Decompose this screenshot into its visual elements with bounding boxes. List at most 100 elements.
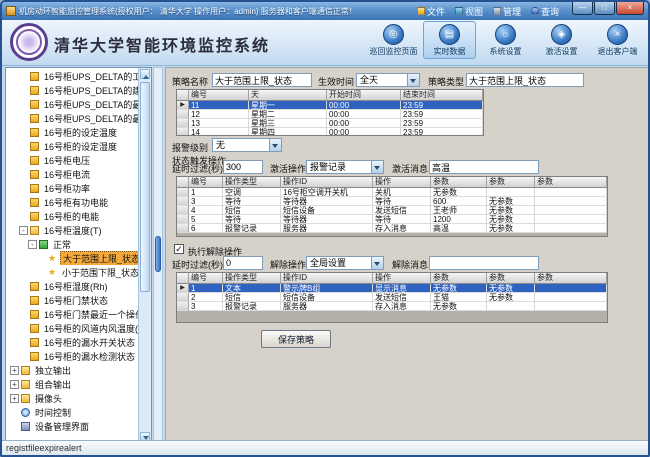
tree-item[interactable]: 设备管理界面 bbox=[6, 419, 138, 433]
alarm-level-select[interactable]: 无 bbox=[212, 138, 282, 152]
tree-scrollbar[interactable] bbox=[138, 68, 151, 443]
tree-item[interactable]: 时间控制 bbox=[6, 405, 138, 419]
release-actions-table: 编号操作类型操作ID操作参数参数参数 1 文本 警示牌B组 显示消息 无参数 无… bbox=[176, 272, 608, 323]
release-message-input[interactable] bbox=[429, 256, 539, 270]
sensor-icon bbox=[30, 114, 39, 123]
execute-release-checkbox[interactable]: ✓ bbox=[174, 244, 184, 254]
action-row[interactable]: 4 短信 短信设备 发送短信 王老师 无参数 bbox=[177, 206, 607, 215]
file-menu-icon bbox=[417, 7, 425, 15]
toolbar-button[interactable]: ▤ 实时数据 bbox=[423, 21, 476, 59]
row-selector bbox=[177, 224, 189, 233]
content-scrollbar-thumb[interactable] bbox=[155, 236, 161, 272]
tree-item[interactable]: 16号柜的风道内风温度(T) bbox=[6, 321, 138, 335]
column-header: 编号 bbox=[189, 177, 223, 188]
cell-op-id: 16号柜空调开关机 bbox=[281, 188, 373, 197]
tree-item[interactable]: 16号柜门禁状态 bbox=[6, 293, 138, 307]
expand-toggle-icon[interactable]: + bbox=[10, 394, 19, 403]
schedule-row[interactable]: 11 星期一 00:00 23:59 bbox=[177, 101, 483, 110]
app-title: 清华大学智能环境监控系统 bbox=[54, 32, 270, 56]
tree-item[interactable]: 16号柜UPS_DELTA的工作状态 bbox=[6, 69, 138, 83]
cell-end-time: 23:59 bbox=[401, 110, 483, 119]
tree-item[interactable]: 16号柜UPS_DELTA的最高工 bbox=[6, 111, 138, 125]
tree-item[interactable]: 16号柜的漏水检测状态 bbox=[6, 349, 138, 363]
menu-item[interactable]: 视图 bbox=[450, 4, 488, 19]
expand-toggle-icon[interactable]: + bbox=[10, 366, 19, 375]
cell-day: 星期四 bbox=[249, 128, 327, 136]
trigger-action-select[interactable]: 报警记录 bbox=[306, 160, 384, 174]
tree-item[interactable]: + 组合输出 bbox=[6, 377, 138, 391]
schedule-row[interactable]: 13 星期三 00:00 23:59 bbox=[177, 119, 483, 128]
policy-star-icon bbox=[48, 254, 57, 263]
tree-item[interactable]: 16号柜湿度(Rh) bbox=[6, 279, 138, 293]
release-action-select[interactable]: 全局设置 bbox=[306, 256, 384, 270]
expand-toggle-icon[interactable]: + bbox=[10, 380, 19, 389]
sensor-icon bbox=[30, 142, 39, 151]
action-row[interactable]: 3 报警记录 服务器 存入消息 无参数 bbox=[177, 302, 607, 311]
tree-item[interactable]: + 摄像头 bbox=[6, 391, 138, 405]
menu-item[interactable]: 查询 bbox=[526, 4, 564, 19]
tree-item[interactable]: 16号柜电流 bbox=[6, 167, 138, 181]
content-scrollbar[interactable] bbox=[153, 67, 163, 444]
scroll-up-icon[interactable] bbox=[140, 69, 150, 79]
expand-toggle-icon[interactable]: - bbox=[28, 240, 37, 249]
cell-operation: 发送短信 bbox=[373, 293, 431, 302]
expand-toggle-icon[interactable]: - bbox=[19, 226, 28, 235]
cell-param3 bbox=[535, 206, 607, 215]
cell-param1: 无参数 bbox=[431, 284, 487, 293]
trigger-message-input[interactable] bbox=[429, 160, 539, 174]
cell-op-type: 报警记录 bbox=[223, 302, 281, 311]
tree-item[interactable]: 16号柜UPS_DELTA的建议数 bbox=[6, 83, 138, 97]
cell-end-time: 23:59 bbox=[401, 128, 483, 136]
tree-item[interactable]: 16号柜功率 bbox=[6, 181, 138, 195]
tree-item[interactable]: - 16号柜温度(T) bbox=[6, 223, 138, 237]
tree-item[interactable]: 16号柜有功电能 bbox=[6, 195, 138, 209]
cell-param1: 1200 bbox=[431, 215, 487, 224]
toolbar-button[interactable]: ☼ 系统设置 bbox=[479, 21, 532, 59]
toolbar-button[interactable]: ◈ 激活设置 bbox=[535, 21, 588, 59]
schedule-row[interactable]: 14 星期四 00:00 23:59 bbox=[177, 128, 483, 136]
release-delay-input[interactable] bbox=[223, 256, 263, 270]
tree-item[interactable]: - 正常 bbox=[6, 237, 138, 251]
toolbar-button[interactable]: × 退出客户端 bbox=[591, 21, 644, 59]
tree-item[interactable]: 小于范围下限_状态 bbox=[6, 265, 138, 279]
trigger-delay-input[interactable] bbox=[223, 160, 263, 174]
action-row[interactable]: 6 报警记录 服务器 存入消息 高温 无参数 bbox=[177, 224, 607, 233]
app-window: 机房动环智能监控管理系统(授权用户： 清华大学 操作用户：admin) 服务器和… bbox=[0, 0, 650, 457]
cell-param2: 无参数 bbox=[487, 215, 535, 224]
cell-day: 星期一 bbox=[249, 101, 327, 110]
effective-time-select[interactable]: 全天 bbox=[356, 73, 420, 87]
tree-item[interactable]: 16号柜的漏水开关状态 bbox=[6, 335, 138, 349]
cell-param3 bbox=[535, 302, 607, 311]
policy-type-input[interactable] bbox=[466, 73, 584, 87]
save-policy-button[interactable]: 保存策略 bbox=[261, 330, 331, 348]
cell-param1: 王猫 bbox=[431, 293, 487, 302]
tree-item[interactable]: 16号柜UPS_DELTA的最低工 bbox=[6, 97, 138, 111]
menu-item[interactable]: 管理 bbox=[488, 4, 526, 19]
tree-item[interactable]: 16号柜的电能 bbox=[6, 209, 138, 223]
toolbar-button[interactable]: ◎ 巡回监控页面 bbox=[367, 21, 420, 59]
tree-item[interactable]: 16号柜的设定温度 bbox=[6, 125, 138, 139]
maximize-button[interactable]: □ bbox=[594, 2, 615, 15]
tree-item[interactable]: 大于范围上限_状态 bbox=[6, 251, 138, 265]
action-row[interactable]: 1 空调 16号柜空调开关机 关机 无参数 bbox=[177, 188, 607, 197]
action-row[interactable]: 5 等待 等待器 等待 1200 无参数 bbox=[177, 215, 607, 224]
tree-item[interactable]: 16号柜的设定湿度 bbox=[6, 139, 138, 153]
schedule-row[interactable]: 12 星期二 00:00 23:59 bbox=[177, 110, 483, 119]
policy-name-input[interactable] bbox=[212, 73, 312, 87]
cell-param3 bbox=[535, 224, 607, 233]
tree-item[interactable]: 16号柜电压 bbox=[6, 153, 138, 167]
tree-scrollbar-thumb[interactable] bbox=[140, 82, 150, 292]
action-row[interactable]: 1 文本 警示牌B组 显示消息 无参数 无参数 bbox=[177, 284, 607, 293]
minimize-button[interactable]: — bbox=[572, 2, 593, 15]
main-toolbar: ◎ 巡回监控页面 ▤ 实时数据 ☼ 系统设置 ◈ 激活设置 × 退出客户端 bbox=[367, 21, 644, 59]
menu-item[interactable]: 文件 bbox=[412, 4, 450, 19]
close-button[interactable]: × bbox=[616, 2, 644, 15]
tree-item[interactable]: + 独立输出 bbox=[6, 363, 138, 377]
university-logo-icon bbox=[10, 23, 48, 61]
cell-param2 bbox=[487, 302, 535, 311]
action-row[interactable]: 3 等待 等待器 等待 600 无参数 bbox=[177, 197, 607, 206]
action-row[interactable]: 2 短信 短信设备 发送短信 王猫 无参数 bbox=[177, 293, 607, 302]
cell-end-time: 23:59 bbox=[401, 101, 483, 110]
tree-item[interactable]: 16号柜门禁最近一个操作 bbox=[6, 307, 138, 321]
cell-operation: 等待 bbox=[373, 215, 431, 224]
